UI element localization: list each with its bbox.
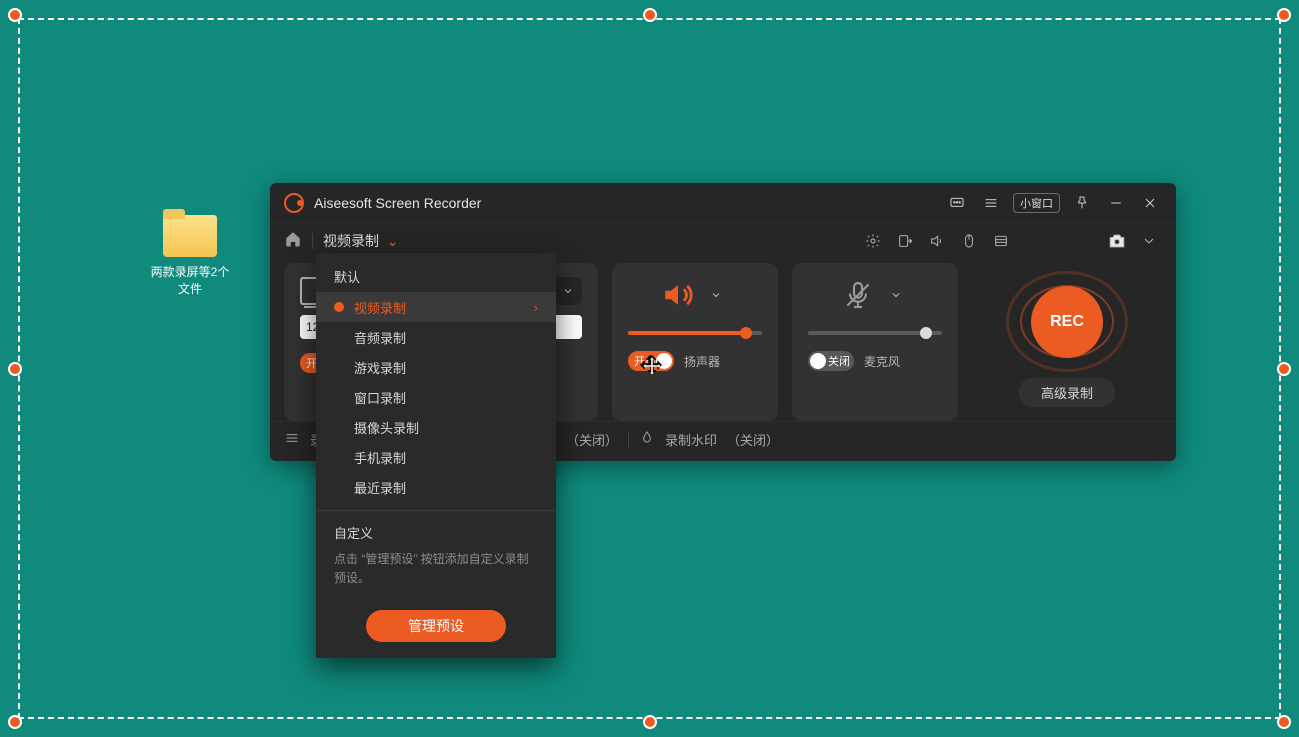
marquee-handle-ml[interactable] [8,362,22,376]
mic-dropdown[interactable] [882,281,910,309]
mic-slider[interactable] [808,331,942,335]
dropdown-separator [316,510,556,511]
mouse-button[interactable] [958,230,980,252]
status2-suffix: （关闭） [727,430,779,449]
marquee-handle-tr[interactable] [1277,8,1291,22]
speaker-icon [660,277,696,313]
desktop-folder[interactable]: 两款录屏等2个文件 [145,215,235,297]
export-button[interactable] [894,230,916,252]
screenshot-button[interactable] [1106,230,1128,252]
chevron-down-icon: ⌄ [387,233,399,249]
menu-button[interactable] [979,191,1003,215]
manage-presets-button[interactable]: 管理预设 [366,610,506,642]
close-button[interactable] [1138,191,1162,215]
bullet-icon [334,452,344,462]
bullet-icon [334,392,344,402]
dropdown-item-label: 最近录制 [354,478,406,497]
record-button[interactable]: REC [1006,271,1128,372]
desktop-folder-label: 两款录屏等2个文件 [145,263,235,297]
mic-toggle[interactable]: 关闭 [808,351,854,371]
marquee-handle-tl[interactable] [8,8,22,22]
dropdown-item-1[interactable]: 音频录制 [316,322,556,352]
dropdown-item-label: 音频录制 [354,328,406,347]
advanced-record-button[interactable]: 高级录制 [1019,378,1115,407]
bullet-icon [334,362,344,372]
dropdown-item-label: 手机录制 [354,448,406,467]
speaker-card: 开启 扬声器 [612,263,778,421]
sound-button[interactable] [926,230,948,252]
record-card: REC 高级录制 [972,263,1162,421]
mode-dropdown[interactable]: 视频录制 ⌄ [323,231,399,251]
small-window-button[interactable]: 小窗口 [1013,193,1060,213]
bullet-icon [334,332,344,342]
app-logo-icon [284,193,304,213]
marquee-handle-mr[interactable] [1277,362,1291,376]
bullet-icon [334,422,344,432]
dropdown-item-5[interactable]: 手机录制 [316,442,556,472]
mic-label: 麦克风 [864,353,900,370]
marquee-handle-bl[interactable] [8,715,22,729]
dropdown-item-6[interactable]: 最近录制 [316,472,556,502]
divider [628,432,629,448]
dropdown-item-label: 视频录制 [354,298,406,317]
divider [312,233,313,249]
speaker-dropdown[interactable] [702,281,730,309]
dropdown-item-label: 游戏录制 [354,358,406,377]
mode-dropdown-panel: 默认 视频录制 › 音频录制游戏录制窗口录制摄像头录制手机录制最近录制 自定义 点击… [316,253,556,658]
mic-card: 关闭 麦克风 [792,263,958,421]
dropdown-custom-hint: 点击 “管理预设” 按钮添加自定义录制预设。 [316,544,556,598]
dropdown-item-0[interactable]: 视频录制 › [316,292,556,322]
dropdown-custom-header: 自定义 [316,519,556,544]
home-button[interactable] [284,230,302,253]
microphone-muted-icon [840,277,876,313]
chevron-right-icon: › [534,300,538,315]
speaker-label: 扬声器 [684,353,720,370]
speaker-toggle[interactable]: 开启 [628,351,674,371]
dropdown-item-label: 窗口录制 [354,388,406,407]
folder-icon [163,215,217,257]
speaker-slider[interactable] [628,331,762,335]
status1-suffix: （关闭） [566,430,618,449]
settings-button[interactable] [862,230,884,252]
feedback-button[interactable] [945,191,969,215]
dropdown-default-header: 默认 [316,263,556,292]
display-select-chevron[interactable] [554,277,582,305]
minimize-button[interactable] [1104,191,1128,215]
watermark-icon [639,430,655,449]
dropdown-item-4[interactable]: 摄像头录制 [316,412,556,442]
dropdown-item-3[interactable]: 窗口录制 [316,382,556,412]
dropdown-item-label: 摄像头录制 [354,418,419,437]
marquee-handle-bc[interactable] [643,715,657,729]
dropdown-item-2[interactable]: 游戏录制 [316,352,556,382]
titlebar: Aiseesoft Screen Recorder 小窗口 [270,183,1176,223]
bullet-icon [334,482,344,492]
screenshot-dropdown[interactable] [1138,230,1160,252]
bullet-icon [334,302,344,312]
list-button[interactable] [990,230,1012,252]
pin-button[interactable] [1070,191,1094,215]
app-title: Aiseesoft Screen Recorder [314,195,481,211]
plan-icon[interactable] [284,430,300,449]
marquee-handle-br[interactable] [1277,715,1291,729]
marquee-handle-tc[interactable] [643,8,657,22]
status2-label[interactable]: 录制水印 [665,430,717,449]
